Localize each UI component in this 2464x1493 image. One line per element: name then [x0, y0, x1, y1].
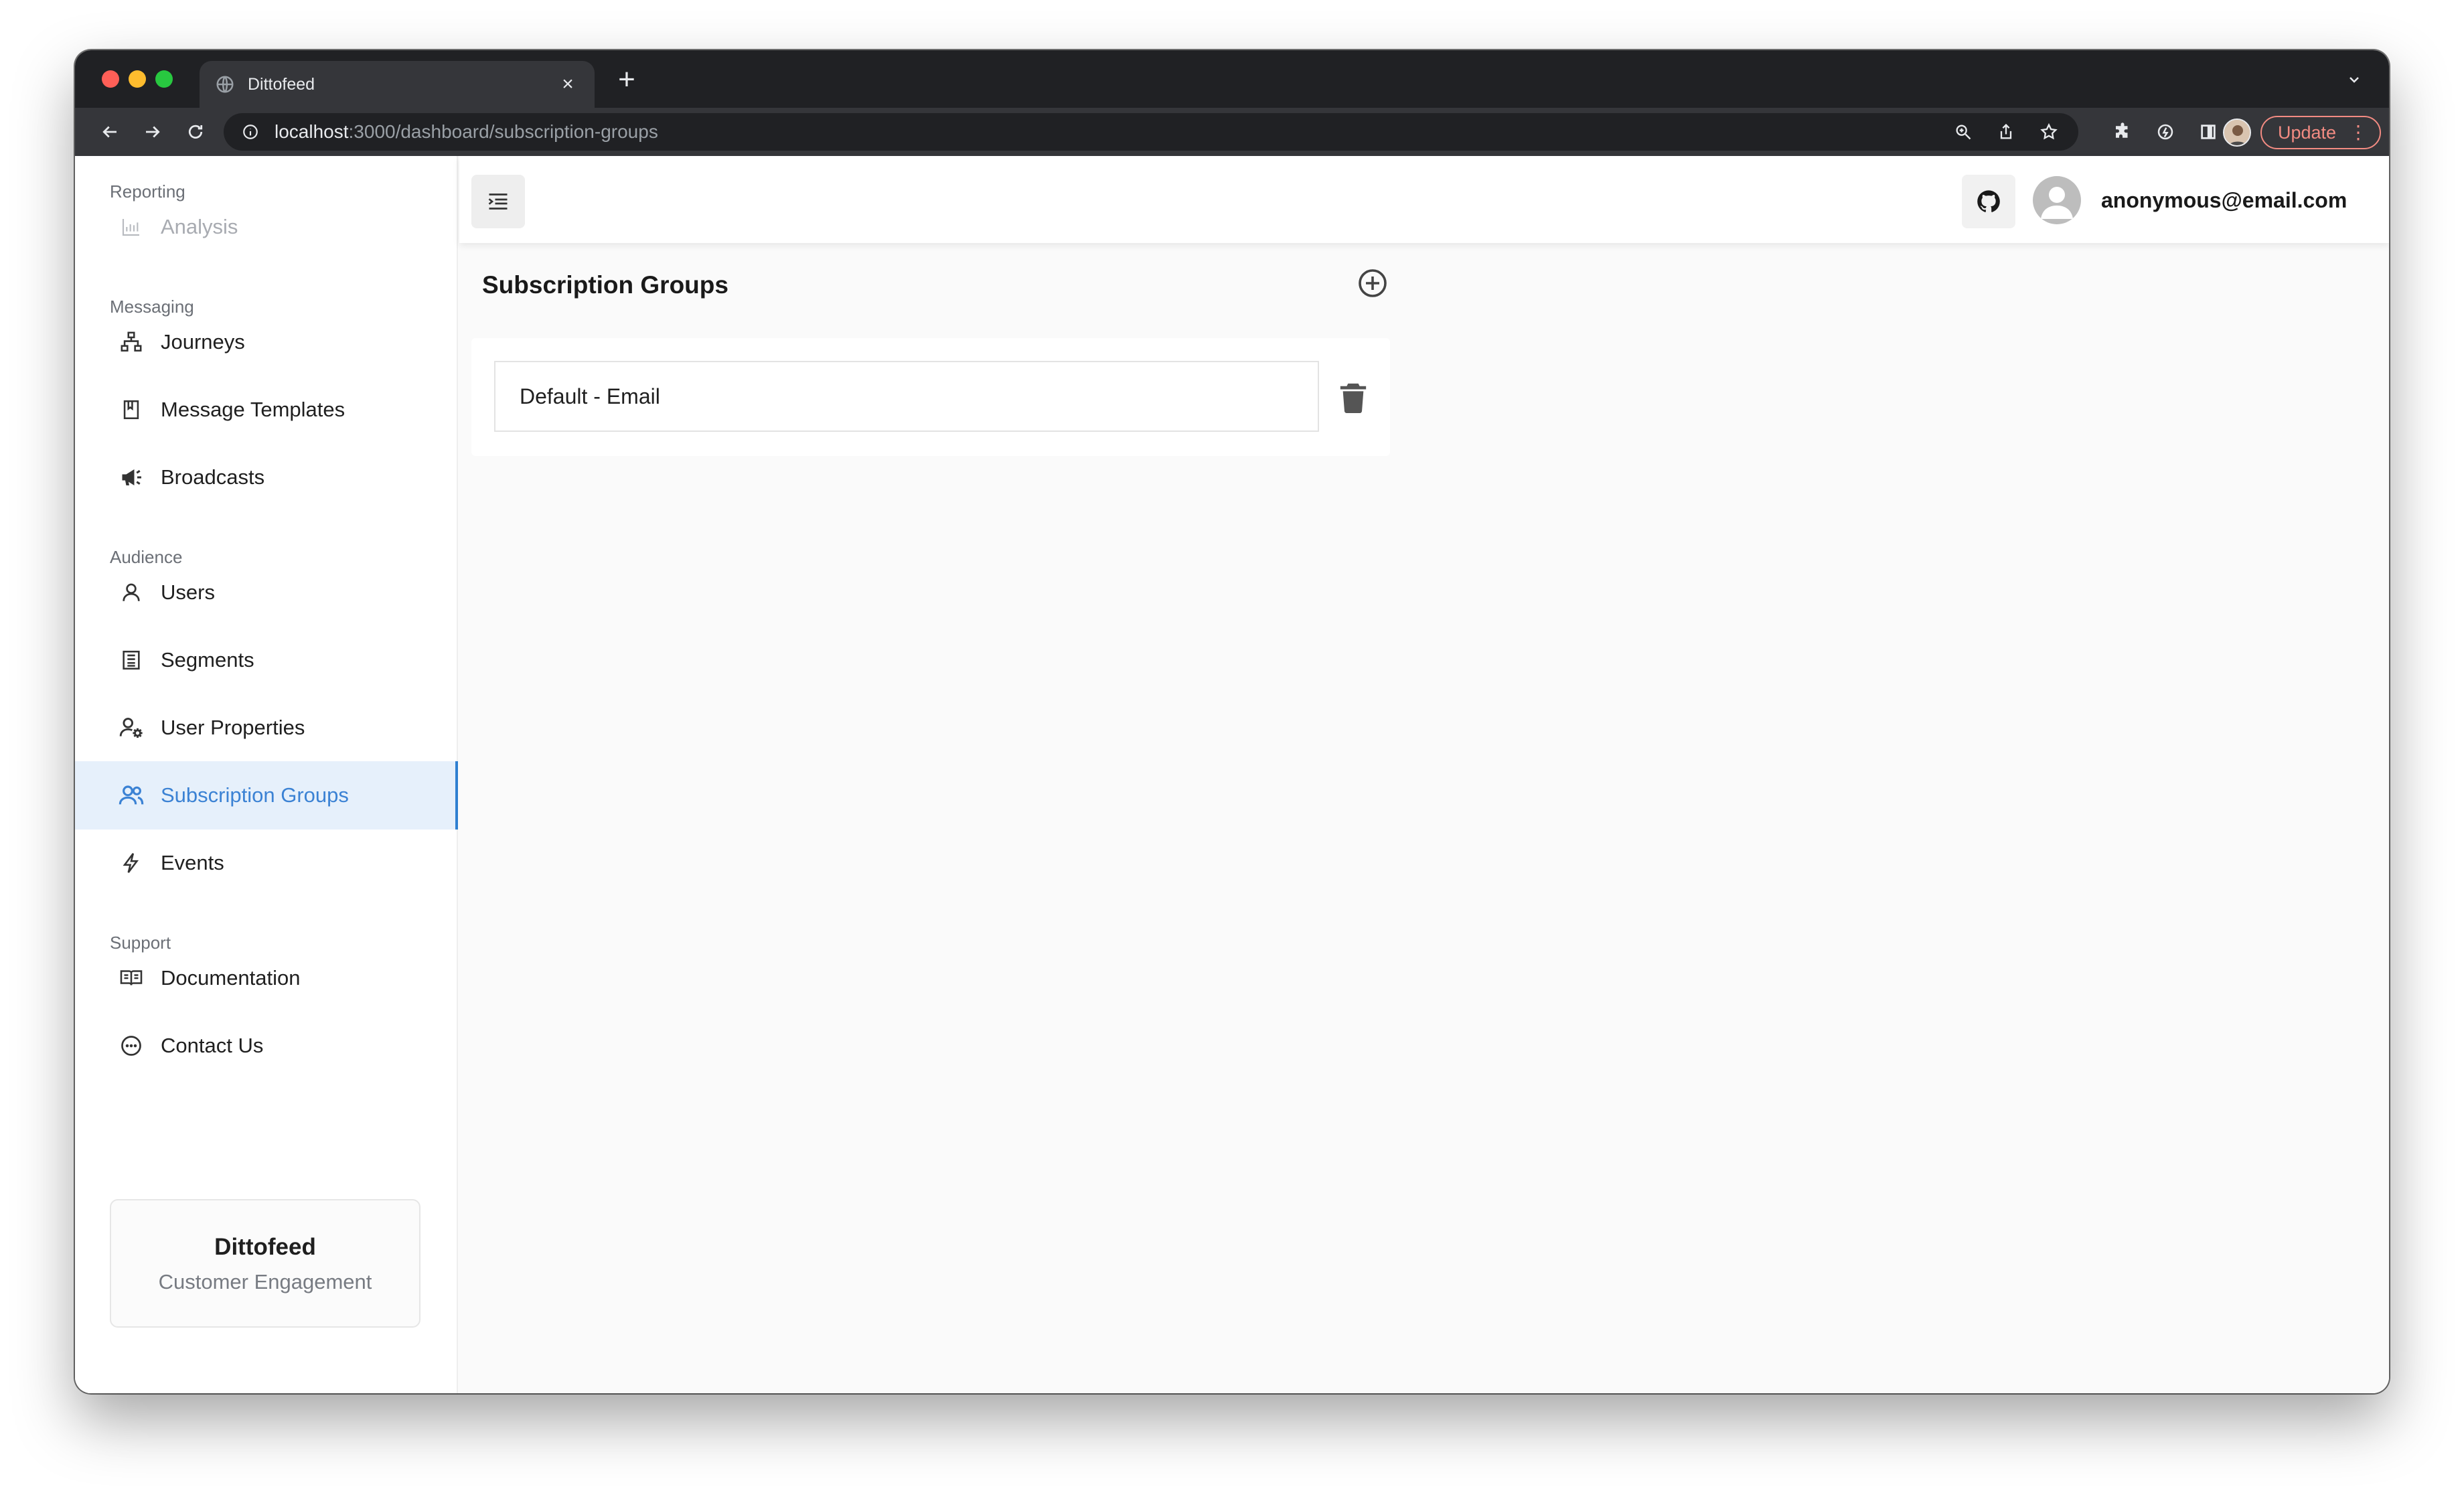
template-icon: [117, 395, 146, 424]
menu-indent-icon: [488, 193, 508, 210]
book-icon: [117, 963, 146, 993]
browser-window: Dittofeed × + localhost:3000/dashboard/s…: [75, 50, 2389, 1393]
sitemap-icon: [117, 327, 146, 357]
sidebar-item-label: Analysis: [161, 215, 238, 238]
side-panel-icon[interactable]: [2193, 117, 2223, 147]
page-title: Subscription Groups: [482, 271, 728, 299]
update-button[interactable]: Update ⋮: [2260, 116, 2381, 149]
sidebar-item-subscription-groups[interactable]: Subscription Groups: [75, 761, 458, 830]
brand-name: Dittofeed: [214, 1234, 316, 1260]
sidebar-item-message-templates[interactable]: Message Templates: [75, 376, 458, 444]
tab-title: Dittofeed: [248, 74, 315, 94]
url-host: localhost: [275, 121, 349, 142]
url-text: localhost:3000/dashboard/subscription-gr…: [275, 121, 1934, 143]
kebab-menu-icon[interactable]: ⋮: [2349, 123, 2368, 143]
github-button[interactable]: [1962, 175, 2015, 228]
chevron-down-icon[interactable]: [2339, 65, 2369, 94]
maximize-window-button[interactable]: [155, 70, 173, 88]
bar-chart-icon: [117, 212, 146, 242]
sidebar-item-segments[interactable]: Segments: [75, 626, 458, 694]
sidebar-item-broadcasts[interactable]: Broadcasts: [75, 443, 458, 512]
main-content: anonymous@email.com Subscription Groups …: [459, 156, 2389, 1393]
megaphone-icon: [117, 463, 146, 492]
app-header: anonymous@email.com: [459, 156, 2389, 243]
bookmark-star-icon[interactable]: [2035, 119, 2062, 145]
extensions-icon[interactable]: [2108, 117, 2137, 147]
user-icon: [117, 578, 146, 607]
tab-close-button[interactable]: ×: [556, 73, 580, 96]
sidebar-item-label: Documentation: [161, 966, 301, 990]
back-arrow-icon[interactable]: [95, 117, 125, 147]
address-bar[interactable]: localhost:3000/dashboard/subscription-gr…: [224, 113, 2078, 151]
browser-tab[interactable]: Dittofeed ×: [200, 61, 595, 108]
sidebar-item-label: Segments: [161, 648, 254, 672]
browser-toolbar: localhost:3000/dashboard/subscription-gr…: [75, 108, 2389, 156]
delete-button[interactable]: [1336, 380, 1370, 416]
user-group-icon: [117, 781, 146, 810]
info-icon[interactable]: [240, 121, 261, 143]
sidebar-item-label: Message Templates: [161, 398, 345, 421]
zoom-icon[interactable]: [1950, 119, 1977, 145]
profile-avatar[interactable]: [2223, 119, 2251, 147]
minimize-window-button[interactable]: [129, 70, 146, 88]
lightning-icon: [117, 848, 146, 878]
list-item[interactable]: Default - Email: [494, 361, 1319, 432]
github-icon: [1977, 190, 2000, 212]
app: Reporting Analysis Messaging Journeys Me…: [75, 156, 2389, 1393]
segments-icon: [117, 645, 146, 675]
close-window-button[interactable]: [102, 70, 119, 88]
reload-icon[interactable]: [181, 117, 210, 147]
sidebar-item-label: Subscription Groups: [161, 783, 349, 807]
performance-icon[interactable]: [2151, 117, 2180, 147]
trash-icon: [1340, 383, 1367, 413]
sidebar-item-events[interactable]: Events: [75, 829, 458, 897]
sidebar-item-documentation[interactable]: Documentation: [75, 944, 458, 1012]
menu-collapse-button[interactable]: [471, 175, 525, 228]
sidebar-item-journeys[interactable]: Journeys: [75, 308, 458, 376]
tab-strip: Dittofeed × +: [75, 50, 2389, 108]
sidebar: Reporting Analysis Messaging Journeys Me…: [75, 156, 458, 1393]
new-tab-button[interactable]: +: [611, 64, 643, 96]
globe-icon: [214, 74, 236, 95]
sidebar-item-label: Contact Us: [161, 1034, 264, 1057]
forward-arrow-icon[interactable]: [138, 117, 167, 147]
plus-circle-icon: [1359, 269, 1387, 297]
sidebar-item-analysis: Analysis: [75, 193, 458, 261]
sidebar-item-label: User Properties: [161, 716, 305, 739]
sidebar-item-users[interactable]: Users: [75, 558, 458, 627]
brand-tagline: Customer Engagement: [158, 1270, 372, 1293]
user-settings-icon: [117, 713, 146, 742]
subscription-group-list: Default - Email: [471, 338, 1390, 456]
add-subscription-group-button[interactable]: [1354, 264, 1391, 302]
url-path: :3000/dashboard/subscription-groups: [348, 121, 658, 142]
sidebar-item-label: Journeys: [161, 330, 245, 353]
user-avatar[interactable]: [2033, 176, 2081, 224]
sidebar-item-label: Broadcasts: [161, 465, 265, 489]
sidebar-item-contact-us[interactable]: Contact Us: [75, 1012, 458, 1080]
brand-card: Dittofeed Customer Engagement: [110, 1199, 420, 1328]
chat-bubble-icon: [117, 1031, 146, 1060]
user-email: anonymous@email.com: [2101, 188, 2347, 212]
sidebar-item-label: Events: [161, 851, 224, 874]
update-label: Update: [2278, 122, 2337, 143]
person-icon: [2041, 187, 2073, 219]
sidebar-item-label: Users: [161, 580, 215, 604]
sidebar-item-user-properties[interactable]: User Properties: [75, 694, 458, 762]
share-icon[interactable]: [1993, 119, 2019, 145]
